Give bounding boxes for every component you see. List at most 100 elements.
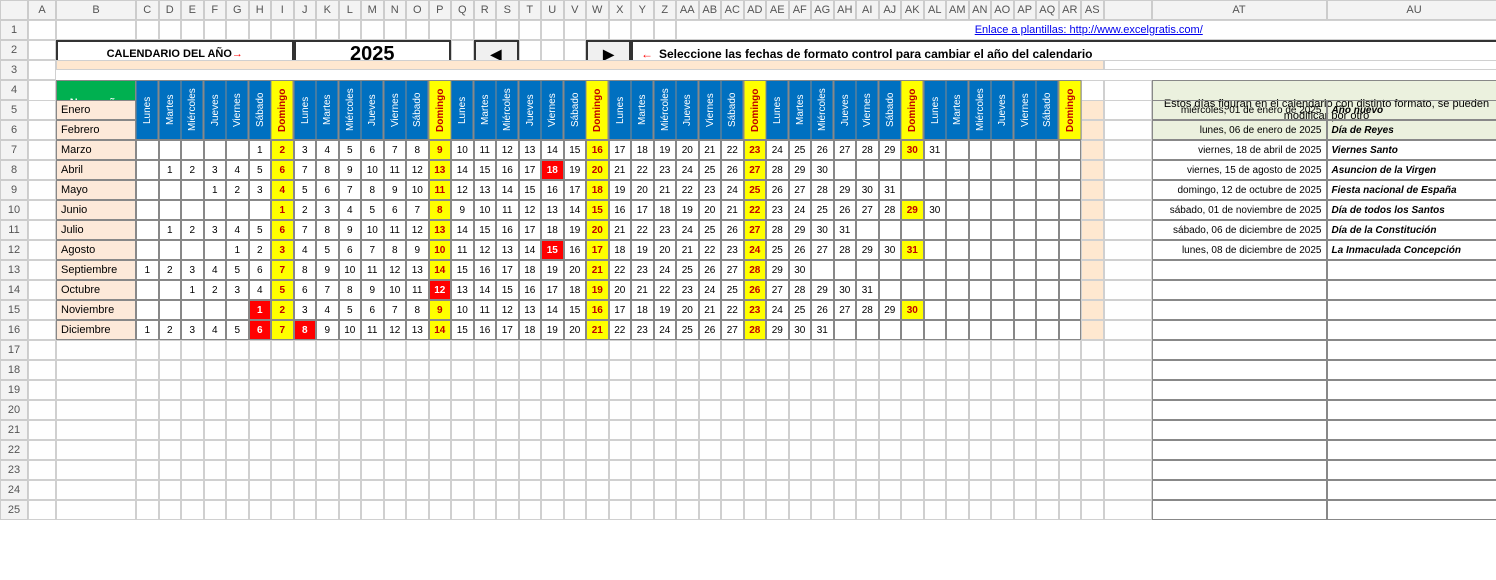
day-agosto-19[interactable]: 19: [631, 240, 654, 260]
day-agosto-18[interactable]: 18: [609, 240, 632, 260]
row-header-14[interactable]: 14: [0, 280, 28, 300]
col-header-AK[interactable]: AK: [901, 0, 924, 20]
day-abril-1[interactable]: 1: [159, 160, 182, 180]
day-abril-16[interactable]: 16: [496, 160, 519, 180]
day-junio-19[interactable]: 19: [676, 200, 699, 220]
day-mayo-10[interactable]: 10: [406, 180, 429, 200]
day-junio-26[interactable]: 26: [834, 200, 857, 220]
day-septiembre-17[interactable]: 17: [496, 260, 519, 280]
day-noviembre-14[interactable]: 14: [541, 300, 564, 320]
day-diciembre-5[interactable]: 5: [226, 320, 249, 340]
day-septiembre-30[interactable]: 30: [789, 260, 812, 280]
day-mayo-3[interactable]: 3: [249, 180, 272, 200]
day-agosto-12[interactable]: 12: [474, 240, 497, 260]
day-noviembre-6[interactable]: 6: [361, 300, 384, 320]
day-octubre-13[interactable]: 13: [451, 280, 474, 300]
day-junio-23[interactable]: 23: [766, 200, 789, 220]
day-octubre-21[interactable]: 21: [631, 280, 654, 300]
day-agosto-11[interactable]: 11: [451, 240, 474, 260]
col-header-X[interactable]: X: [609, 0, 632, 20]
day-diciembre-24[interactable]: 24: [654, 320, 677, 340]
day-marzo-7[interactable]: 7: [384, 140, 407, 160]
day-abril-21[interactable]: 21: [609, 160, 632, 180]
day-agosto-17[interactable]: 17: [586, 240, 609, 260]
day-junio-9[interactable]: 9: [451, 200, 474, 220]
day-septiembre-11[interactable]: 11: [361, 260, 384, 280]
day-junio-11[interactable]: 11: [496, 200, 519, 220]
col-header-AT[interactable]: AT: [1152, 0, 1327, 20]
day-agosto-4[interactable]: 4: [294, 240, 317, 260]
day-marzo-3[interactable]: 3: [294, 140, 317, 160]
day-abril-2[interactable]: 2: [181, 160, 204, 180]
day-agosto-1[interactable]: 1: [226, 240, 249, 260]
day-octubre-23[interactable]: 23: [676, 280, 699, 300]
day-noviembre-8[interactable]: 8: [406, 300, 429, 320]
col-header-J[interactable]: J: [294, 0, 317, 20]
day-julio-29[interactable]: 29: [789, 220, 812, 240]
col-header-AQ[interactable]: AQ: [1036, 0, 1059, 20]
day-marzo-8[interactable]: 8: [406, 140, 429, 160]
col-header-U[interactable]: U: [541, 0, 564, 20]
day-mayo-22[interactable]: 22: [676, 180, 699, 200]
col-header-AU[interactable]: AU: [1327, 0, 1496, 20]
day-julio-27[interactable]: 27: [744, 220, 767, 240]
col-header-[interactable]: [1104, 0, 1152, 20]
day-octubre-7[interactable]: 7: [316, 280, 339, 300]
day-diciembre-10[interactable]: 10: [339, 320, 362, 340]
day-abril-29[interactable]: 29: [789, 160, 812, 180]
day-mayo-16[interactable]: 16: [541, 180, 564, 200]
day-marzo-25[interactable]: 25: [789, 140, 812, 160]
day-diciembre-9[interactable]: 9: [316, 320, 339, 340]
day-septiembre-12[interactable]: 12: [384, 260, 407, 280]
day-mayo-24[interactable]: 24: [721, 180, 744, 200]
day-abril-27[interactable]: 27: [744, 160, 767, 180]
day-septiembre-8[interactable]: 8: [294, 260, 317, 280]
day-julio-9[interactable]: 9: [339, 220, 362, 240]
day-julio-15[interactable]: 15: [474, 220, 497, 240]
day-junio-2[interactable]: 2: [294, 200, 317, 220]
day-agosto-20[interactable]: 20: [654, 240, 677, 260]
day-abril-17[interactable]: 17: [519, 160, 542, 180]
templates-link[interactable]: Enlace a plantillas: http://www.excelgra…: [676, 20, 1496, 40]
day-noviembre-15[interactable]: 15: [564, 300, 587, 320]
day-julio-1[interactable]: 1: [159, 220, 182, 240]
day-agosto-27[interactable]: 27: [811, 240, 834, 260]
day-diciembre-8[interactable]: 8: [294, 320, 317, 340]
day-noviembre-5[interactable]: 5: [339, 300, 362, 320]
day-abril-30[interactable]: 30: [811, 160, 834, 180]
day-mayo-27[interactable]: 27: [789, 180, 812, 200]
day-marzo-9[interactable]: 9: [429, 140, 452, 160]
day-octubre-3[interactable]: 3: [226, 280, 249, 300]
day-septiembre-3[interactable]: 3: [181, 260, 204, 280]
col-header-AS[interactable]: AS: [1081, 0, 1104, 20]
row-header-9[interactable]: 9: [0, 180, 28, 200]
row-header-8[interactable]: 8: [0, 160, 28, 180]
day-noviembre-27[interactable]: 27: [834, 300, 857, 320]
col-header-AG[interactable]: AG: [811, 0, 834, 20]
day-diciembre-6[interactable]: 6: [249, 320, 272, 340]
row-header-16[interactable]: 16: [0, 320, 28, 340]
day-septiembre-15[interactable]: 15: [451, 260, 474, 280]
day-abril-24[interactable]: 24: [676, 160, 699, 180]
day-junio-30[interactable]: 30: [924, 200, 947, 220]
day-octubre-27[interactable]: 27: [766, 280, 789, 300]
day-noviembre-28[interactable]: 28: [856, 300, 879, 320]
day-agosto-5[interactable]: 5: [316, 240, 339, 260]
day-diciembre-12[interactable]: 12: [384, 320, 407, 340]
col-header-S[interactable]: S: [496, 0, 519, 20]
day-julio-20[interactable]: 20: [586, 220, 609, 240]
day-mayo-13[interactable]: 13: [474, 180, 497, 200]
day-agosto-29[interactable]: 29: [856, 240, 879, 260]
day-abril-9[interactable]: 9: [339, 160, 362, 180]
row-header-12[interactable]: 12: [0, 240, 28, 260]
day-abril-19[interactable]: 19: [564, 160, 587, 180]
day-marzo-15[interactable]: 15: [564, 140, 587, 160]
row-header-4[interactable]: 4: [0, 80, 28, 100]
day-mayo-18[interactable]: 18: [586, 180, 609, 200]
day-octubre-28[interactable]: 28: [789, 280, 812, 300]
day-diciembre-19[interactable]: 19: [541, 320, 564, 340]
day-noviembre-16[interactable]: 16: [586, 300, 609, 320]
row-header-3[interactable]: 3: [0, 60, 28, 80]
col-header-O[interactable]: O: [406, 0, 429, 20]
day-mayo-19[interactable]: 19: [609, 180, 632, 200]
